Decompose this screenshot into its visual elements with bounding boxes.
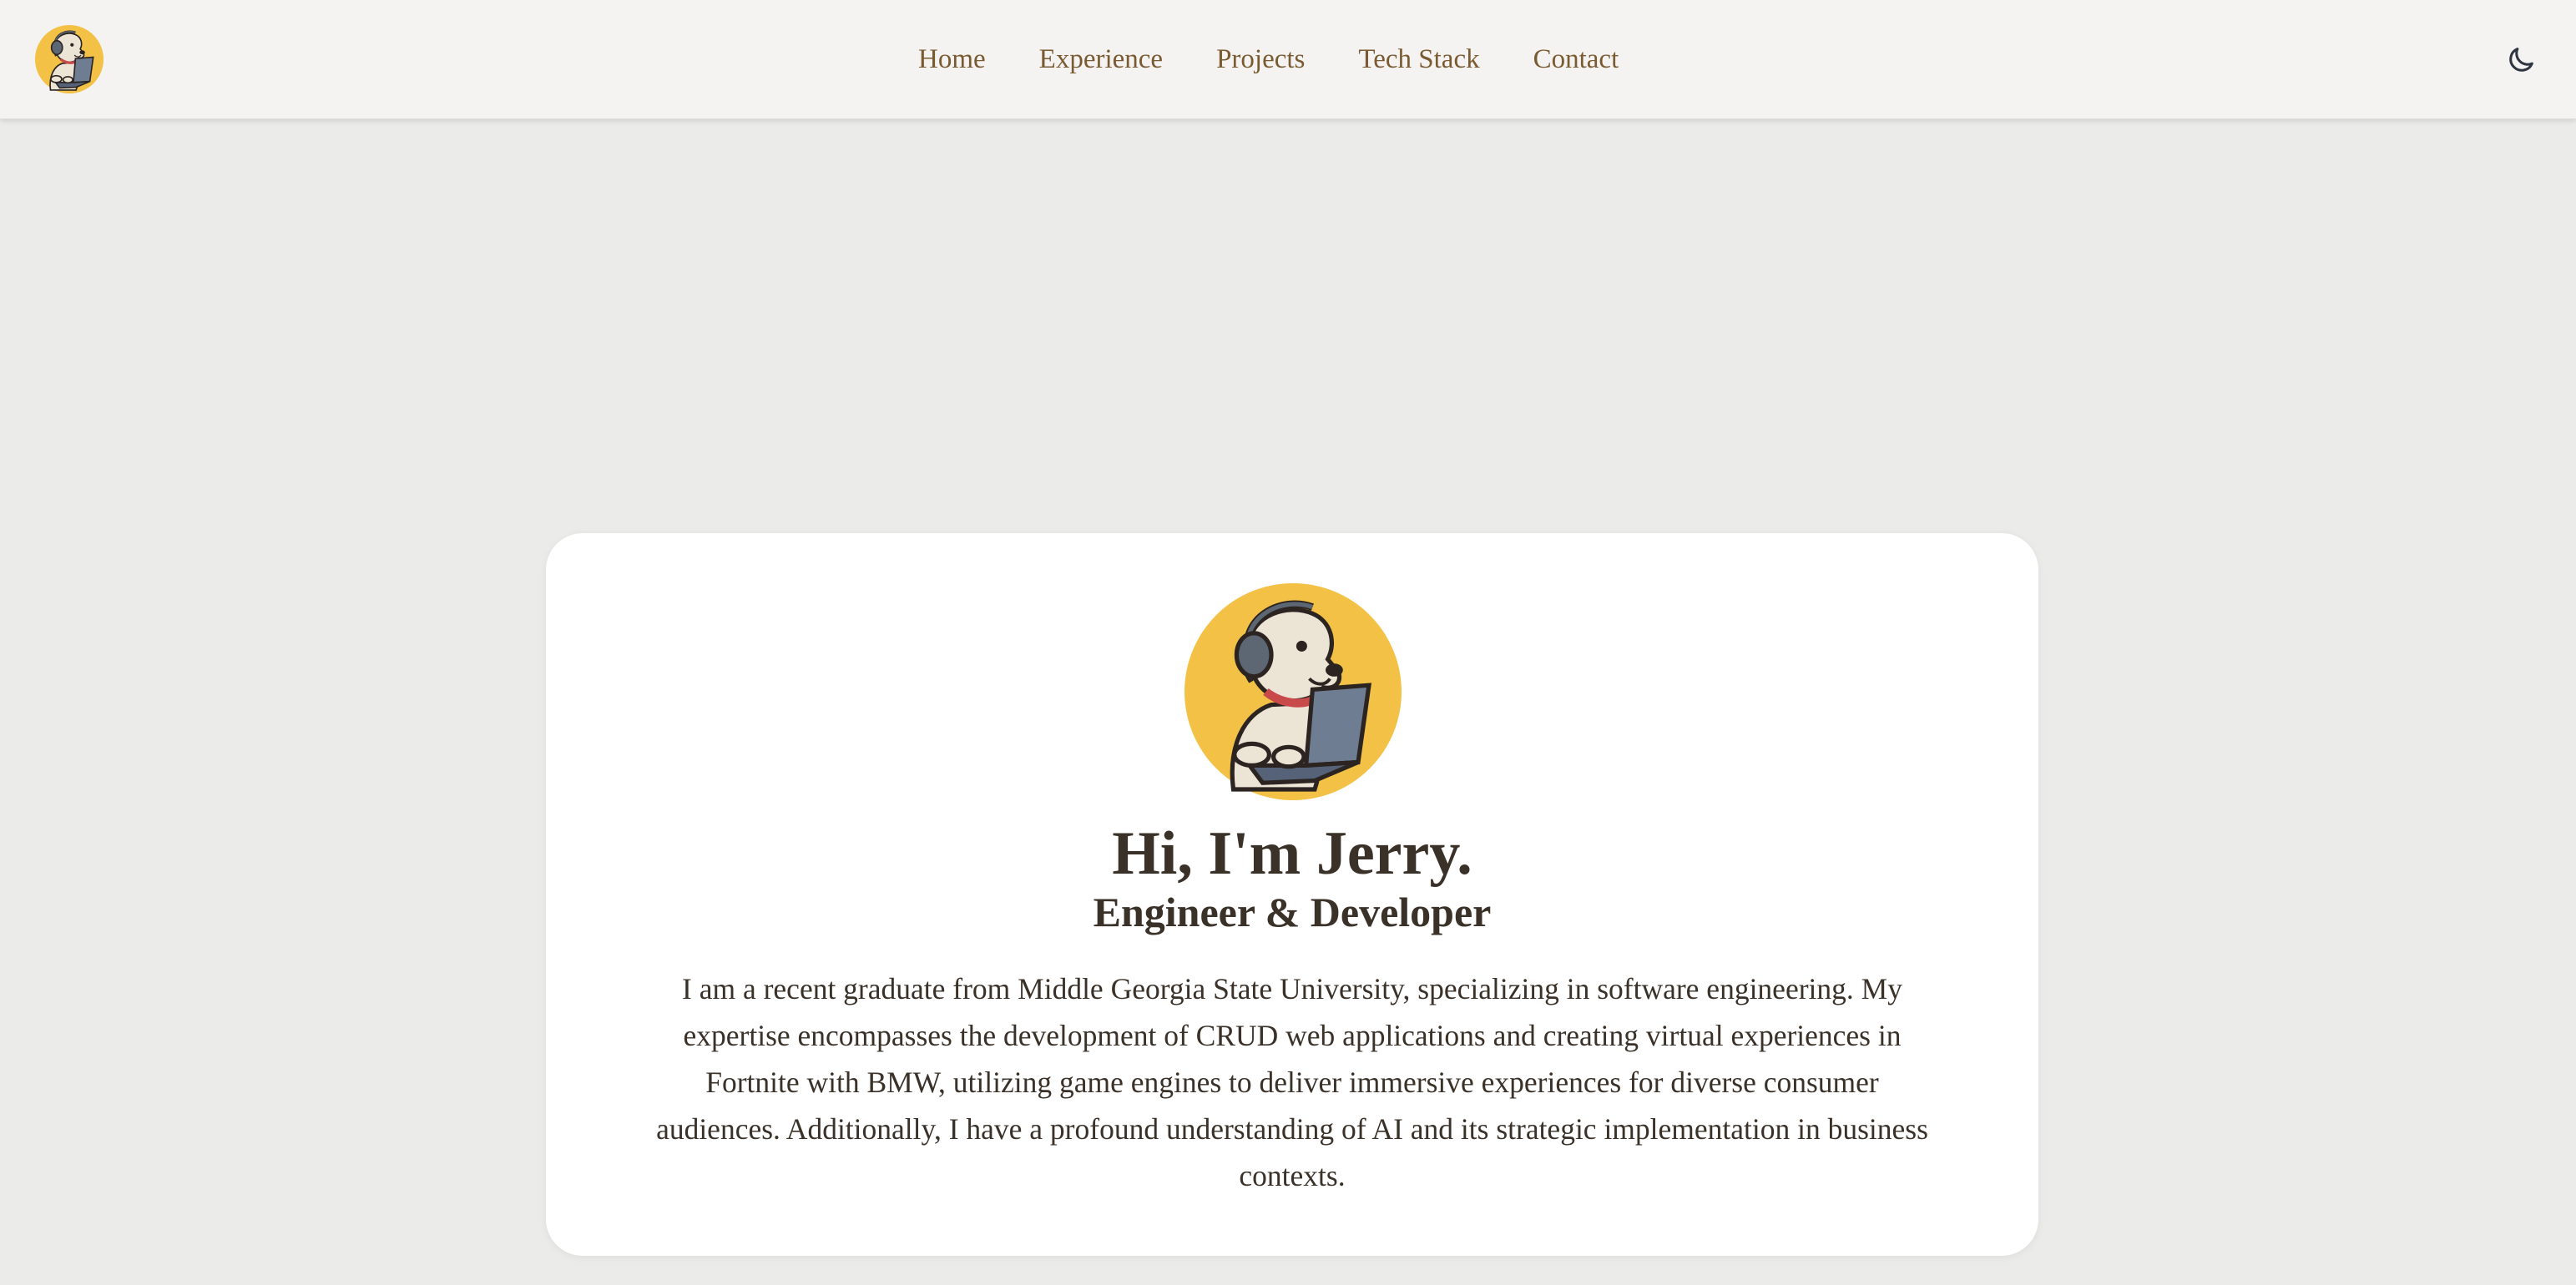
nav-link-contact[interactable]: Contact (1533, 44, 1619, 75)
hero-subtitle: Engineer & Developer (1093, 889, 1492, 935)
nav-link-projects[interactable]: Projects (1216, 44, 1305, 75)
hero-title: Hi, I'm Jerry. (1112, 819, 1472, 888)
nav-link-experience[interactable]: Experience (1039, 44, 1163, 75)
dog-avatar-icon (1184, 583, 1402, 800)
hero-bio: I am a recent graduate from Middle Georg… (656, 972, 1928, 1192)
nav-link-home[interactable]: Home (918, 44, 986, 75)
hero-card: Hi, I'm Jerry. Engineer & Developer I am… (546, 533, 2038, 1256)
moon-icon[interactable] (2504, 43, 2538, 77)
dog-logo-icon[interactable] (35, 25, 104, 93)
nav-link-tech-stack[interactable]: Tech Stack (1358, 44, 1479, 75)
nav-links: Home Experience Projects Tech Stack Cont… (918, 0, 1619, 118)
navbar: Home Experience Projects Tech Stack Cont… (0, 0, 2576, 119)
